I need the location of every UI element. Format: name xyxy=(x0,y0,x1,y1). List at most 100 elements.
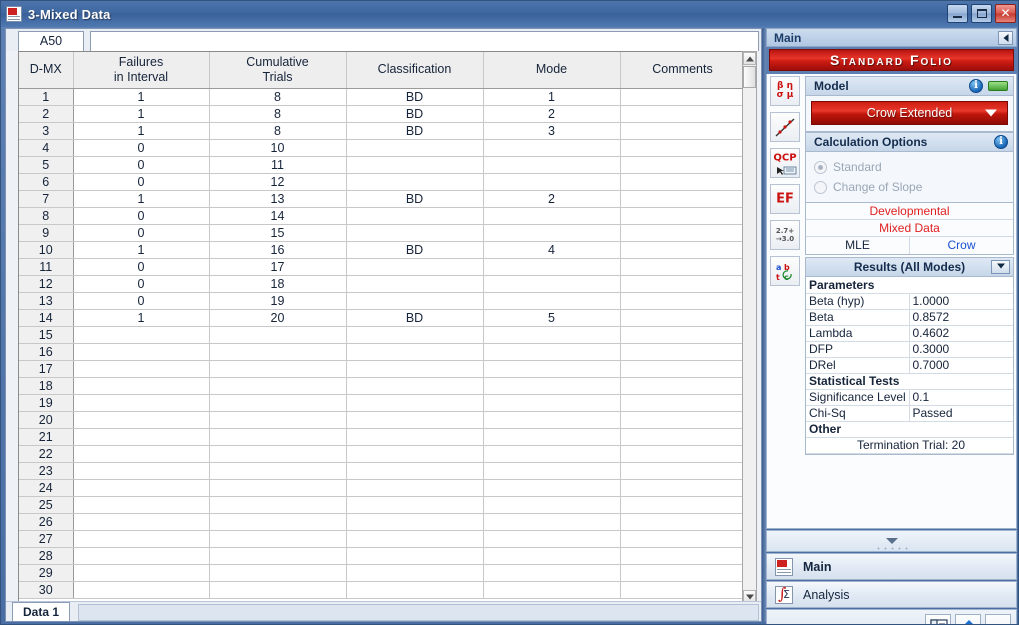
cell-failures[interactable] xyxy=(73,564,210,582)
cell-cumulative[interactable]: 8 xyxy=(209,105,347,123)
cell-comments[interactable] xyxy=(620,224,745,242)
cell-mode[interactable] xyxy=(483,156,621,174)
row-header[interactable]: 10 xyxy=(19,241,74,259)
info-icon[interactable]: i xyxy=(969,79,983,93)
cell-cumulative[interactable] xyxy=(209,428,347,446)
cell-comments[interactable] xyxy=(620,479,745,497)
cell-mode[interactable] xyxy=(483,207,621,225)
cell-comments[interactable] xyxy=(620,394,745,412)
row-header[interactable]: 29 xyxy=(19,564,74,582)
cell-cumulative[interactable] xyxy=(209,581,347,599)
cell-mode[interactable]: 1 xyxy=(483,88,621,106)
row-header[interactable]: 28 xyxy=(19,547,74,565)
cell-cumulative[interactable] xyxy=(209,513,347,531)
cell-mode[interactable] xyxy=(483,428,621,446)
cell-cumulative[interactable]: 10 xyxy=(209,139,347,157)
cell-failures[interactable] xyxy=(73,513,210,531)
cell-cumulative[interactable]: 15 xyxy=(209,224,347,242)
plot-icon[interactable] xyxy=(770,112,800,142)
cell-failures[interactable] xyxy=(73,394,210,412)
close-button[interactable]: ✕ xyxy=(995,4,1016,23)
row-header[interactable]: 3 xyxy=(19,122,74,140)
cell-cumulative[interactable]: 8 xyxy=(209,122,347,140)
cell-classification[interactable]: BD xyxy=(346,105,484,123)
cell-cumulative[interactable] xyxy=(209,411,347,429)
cell-comments[interactable] xyxy=(620,513,745,531)
cell-classification[interactable] xyxy=(346,394,484,412)
row-header[interactable]: 27 xyxy=(19,530,74,548)
row-header[interactable]: 15 xyxy=(19,326,74,344)
cell-cumulative[interactable]: 19 xyxy=(209,292,347,310)
row-header[interactable]: 14 xyxy=(19,309,74,327)
cell-cumulative[interactable] xyxy=(209,462,347,480)
cell-cumulative[interactable] xyxy=(209,326,347,344)
cell-comments[interactable] xyxy=(620,581,745,599)
cell-classification[interactable] xyxy=(346,360,484,378)
cell-cumulative[interactable]: 13 xyxy=(209,190,347,208)
cell-mode[interactable] xyxy=(483,326,621,344)
cell-comments[interactable] xyxy=(620,428,745,446)
cell-cumulative[interactable] xyxy=(209,377,347,395)
cell-failures[interactable] xyxy=(73,496,210,514)
cell-mode[interactable] xyxy=(483,394,621,412)
cell-classification[interactable] xyxy=(346,462,484,480)
cell-mode[interactable]: 3 xyxy=(483,122,621,140)
cell-failures[interactable] xyxy=(73,428,210,446)
cell-mode[interactable] xyxy=(483,530,621,548)
cell-classification[interactable]: BD xyxy=(346,88,484,106)
cell-classification[interactable] xyxy=(346,258,484,276)
cell-comments[interactable] xyxy=(620,190,745,208)
row-header[interactable]: 2 xyxy=(19,105,74,123)
cell-classification[interactable]: BD xyxy=(346,241,484,259)
cell-failures[interactable] xyxy=(73,360,210,378)
cell-failures[interactable]: 0 xyxy=(73,139,210,157)
cell-comments[interactable] xyxy=(620,445,745,463)
cell-failures[interactable] xyxy=(73,547,210,565)
column-header-comments[interactable]: Comments xyxy=(620,52,745,89)
cell-classification[interactable] xyxy=(346,156,484,174)
cell-cumulative[interactable]: 14 xyxy=(209,207,347,225)
cell-mode[interactable] xyxy=(483,343,621,361)
cell-comments[interactable] xyxy=(620,377,745,395)
cell-failures[interactable] xyxy=(73,581,210,599)
cell-failures[interactable] xyxy=(73,343,210,361)
cell-classification[interactable] xyxy=(346,207,484,225)
cell-failures[interactable]: 0 xyxy=(73,156,210,174)
cell-failures[interactable]: 1 xyxy=(73,122,210,140)
row-header[interactable]: 4 xyxy=(19,139,74,157)
cell-failures[interactable]: 1 xyxy=(73,241,210,259)
cell-failures[interactable]: 0 xyxy=(73,292,210,310)
cell-cumulative[interactable]: 11 xyxy=(209,156,347,174)
row-header[interactable]: 20 xyxy=(19,411,74,429)
row-header[interactable]: 12 xyxy=(19,275,74,293)
row-header[interactable]: 24 xyxy=(19,479,74,497)
cell-mode[interactable] xyxy=(483,377,621,395)
cell-comments[interactable] xyxy=(620,530,745,548)
cell-classification[interactable] xyxy=(346,530,484,548)
cell-comments[interactable] xyxy=(620,462,745,480)
cell-comments[interactable] xyxy=(620,360,745,378)
cell-cumulative[interactable] xyxy=(209,360,347,378)
cell-cumulative[interactable]: 16 xyxy=(209,241,347,259)
cell-failures[interactable] xyxy=(73,479,210,497)
nav-button-main[interactable]: Main xyxy=(766,553,1017,580)
cell-comments[interactable] xyxy=(620,207,745,225)
radio-standard[interactable]: Standard xyxy=(814,157,1007,177)
cell-classification[interactable] xyxy=(346,224,484,242)
cell-cumulative[interactable]: 18 xyxy=(209,275,347,293)
cell-comments[interactable] xyxy=(620,173,745,191)
row-header[interactable]: 26 xyxy=(19,513,74,531)
cell-comments[interactable] xyxy=(620,411,745,429)
model-dropdown[interactable]: Crow Extended xyxy=(811,101,1008,125)
cell-mode[interactable] xyxy=(483,581,621,599)
cell-comments[interactable] xyxy=(620,122,745,140)
cell-mode[interactable] xyxy=(483,292,621,310)
cell-classification[interactable] xyxy=(346,513,484,531)
results-expander-button[interactable] xyxy=(991,260,1010,274)
cell-cumulative[interactable] xyxy=(209,496,347,514)
row-header[interactable]: 21 xyxy=(19,428,74,446)
info-icon[interactable]: i xyxy=(994,135,1008,149)
row-header[interactable]: 8 xyxy=(19,207,74,225)
cell-classification[interactable] xyxy=(346,564,484,582)
cell-mode[interactable] xyxy=(483,360,621,378)
